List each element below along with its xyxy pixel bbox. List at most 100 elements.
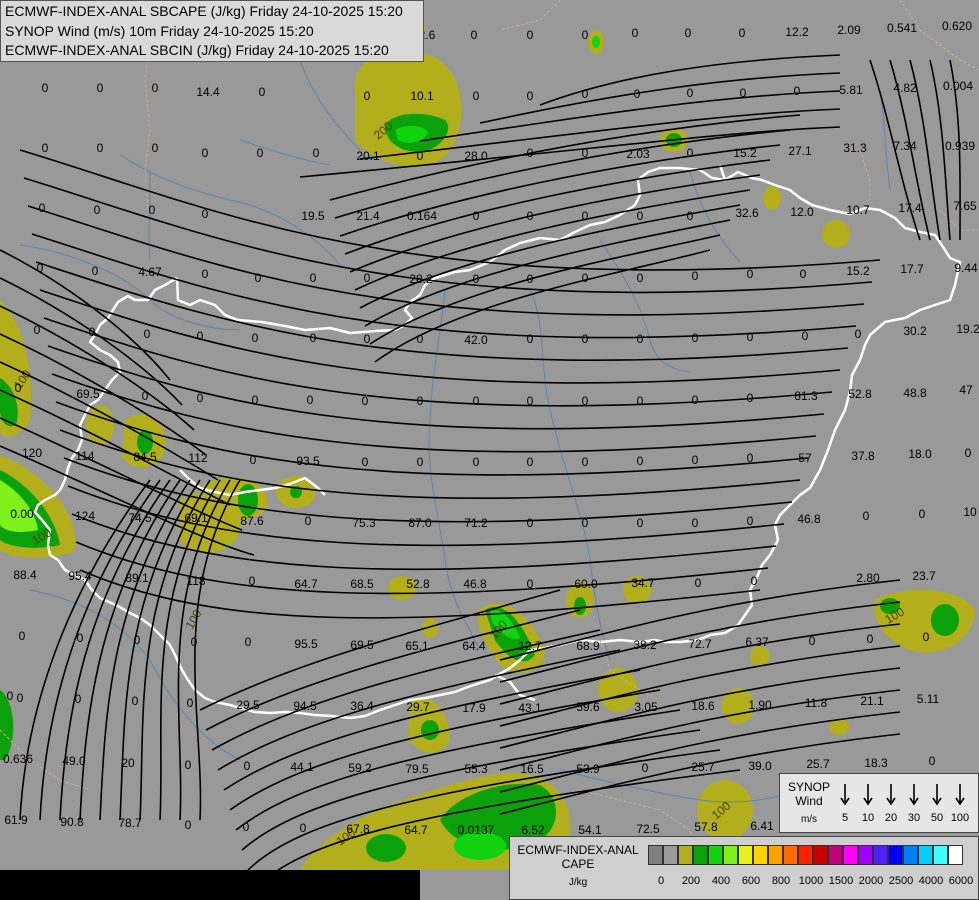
station-value: 0	[740, 86, 747, 100]
station-value: 0	[152, 141, 159, 155]
station-value: 0	[582, 394, 589, 408]
sea-area	[0, 870, 420, 900]
station-value: 0	[687, 209, 694, 223]
station-value: 0	[362, 394, 369, 408]
wind-speed-30: 30	[907, 812, 921, 824]
station-value: 0	[632, 26, 639, 40]
cape-swatch	[798, 845, 813, 865]
station-value: 0	[313, 146, 320, 160]
cape-swatch	[903, 845, 918, 865]
station-value: 46.8	[797, 512, 821, 526]
station-value: 78.7	[118, 816, 142, 830]
station-value: 0	[527, 577, 534, 591]
station-value: 0	[527, 272, 534, 286]
station-value: 0	[92, 264, 99, 278]
weather-map: 200100100100100100100100 00014.400000000…	[0, 0, 979, 900]
station-value: 34.7	[631, 576, 655, 590]
station-value: 0	[244, 759, 251, 773]
station-value: 0	[692, 516, 699, 530]
station-value: 18.6	[691, 699, 715, 713]
station-value: 0	[364, 89, 371, 103]
station-value: 0	[473, 89, 480, 103]
station-value: 74.5	[128, 511, 152, 525]
station-value: 0	[307, 393, 314, 407]
station-value: 60.0	[574, 577, 598, 591]
station-value: 118	[186, 574, 205, 588]
cape-area	[822, 220, 850, 248]
cape-swatch	[708, 845, 723, 865]
cape-legend-unit: J/kg	[568, 877, 588, 888]
station-value: 0	[94, 203, 101, 217]
station-value: 0	[305, 514, 312, 528]
station-value: 0	[637, 394, 644, 408]
station-value: 0	[202, 267, 209, 281]
station-value: 0.636	[3, 752, 33, 766]
cape-swatch	[948, 845, 963, 865]
station-value: 0	[867, 632, 874, 646]
station-value: 0	[42, 81, 49, 95]
station-value: 95.5	[294, 637, 318, 651]
station-value: 0	[527, 455, 534, 469]
station-value: 0	[809, 634, 816, 648]
station-value: 84.5	[133, 450, 157, 464]
station-value: 0	[89, 325, 96, 339]
station-value: 0	[417, 149, 424, 163]
station-value: 6.41	[750, 819, 774, 833]
station-value: 29.7	[406, 700, 430, 714]
station-value: 15.2	[846, 264, 870, 278]
station-value: 0	[259, 85, 266, 99]
station-value: 59.6	[576, 700, 600, 714]
station-value: 10.1	[410, 89, 434, 103]
station-value: 0.004	[943, 79, 973, 93]
cape-swatch	[828, 845, 843, 865]
station-value: 0	[800, 267, 807, 281]
station-value: 0	[202, 207, 209, 221]
station-value: 0	[747, 451, 754, 465]
wind-legend-unit: m/s	[800, 814, 818, 825]
station-value: 0	[310, 271, 317, 285]
cape-swatch	[768, 845, 783, 865]
station-value: 52.8	[848, 387, 872, 401]
station-value: 0.00	[10, 507, 34, 521]
station-value: 0	[37, 261, 44, 275]
station-value: 64.4	[462, 639, 486, 653]
station-value: 71.2	[464, 516, 488, 530]
station-value: 61.9	[4, 813, 28, 827]
station-value: 6.37	[745, 635, 769, 649]
station-value: 0	[142, 389, 149, 403]
station-value: 0	[132, 694, 139, 708]
cape-swatch	[663, 845, 678, 865]
station-value: 20	[121, 756, 135, 770]
station-value: 6.52	[521, 823, 545, 837]
station-value: 0	[243, 820, 250, 834]
cape-area	[750, 646, 770, 666]
title-wind: SYNOP Wind (m/s) 10m Friday 24-10-2025 1…	[5, 22, 314, 39]
station-value: 0	[527, 516, 534, 530]
station-value: 0	[582, 332, 589, 346]
station-value: 1.90	[748, 698, 772, 712]
wind-legend: SYNOP Wind m/s 5 10 20 30 50 100	[779, 773, 979, 833]
station-value: 0	[249, 574, 256, 588]
cape-area	[421, 720, 439, 740]
station-value: 0	[527, 332, 534, 346]
cape-swatch	[873, 845, 888, 865]
station-value: 69.5	[350, 638, 374, 652]
station-value: 0	[747, 391, 754, 405]
cape-area	[829, 719, 849, 735]
station-value: 0	[149, 203, 156, 217]
station-value: 0	[197, 329, 204, 343]
station-value: 0	[637, 271, 644, 285]
station-value: 114	[75, 449, 94, 463]
wind-speed-50: 50	[930, 812, 944, 824]
title-cape: ECMWF-INDEX-ANAL SBCAPE (J/kg) Friday 24…	[5, 3, 403, 19]
station-value: 10	[963, 505, 977, 519]
station-value: 0	[187, 696, 194, 710]
station-value: 30.2	[903, 324, 927, 338]
station-value: 28.2	[409, 272, 433, 286]
station-value: 69.1	[184, 511, 208, 525]
cape-area	[592, 36, 600, 48]
station-value: 120	[22, 446, 42, 460]
station-value: 17.9	[462, 701, 486, 715]
station-value: 3.05	[634, 700, 658, 714]
station-value: 0	[15, 381, 22, 395]
